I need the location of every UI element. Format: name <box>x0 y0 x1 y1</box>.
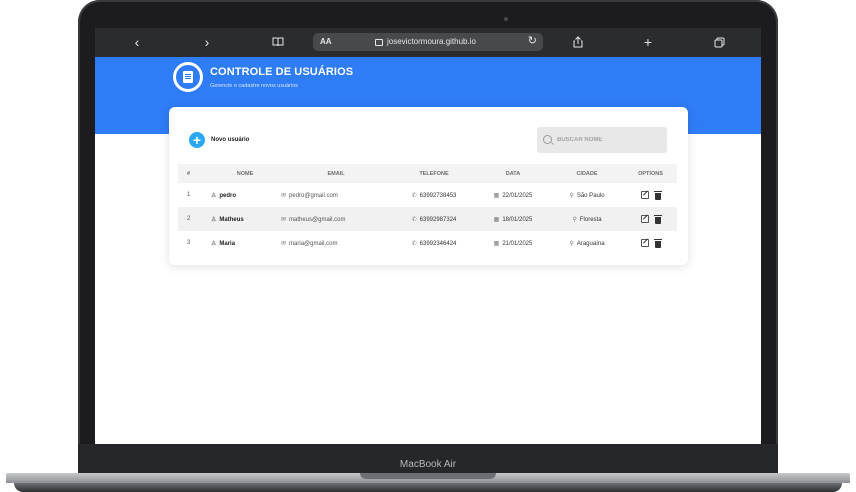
lock-icon <box>375 39 383 46</box>
tabs-icon[interactable] <box>712 33 726 51</box>
reader-aa-button[interactable]: AA <box>320 37 332 46</box>
phone-icon: ✆ <box>411 216 417 223</box>
search-icon <box>543 135 552 144</box>
mail-icon: ✉ <box>281 216 287 223</box>
user-icon: ♙ <box>211 192 217 199</box>
reload-icon[interactable]: ↻ <box>528 34 537 47</box>
laptop-base <box>0 459 856 492</box>
table-row: 1 ♙ pedro ✉ pedro@gmail.com ✆ 63992738453 ▦… <box>178 183 677 207</box>
phone-icon: ✆ <box>411 192 417 199</box>
trash-icon[interactable] <box>653 190 662 200</box>
row-email: pedro@gmail.com <box>289 192 338 199</box>
user-icon: ♙ <box>211 216 217 223</box>
column-header-options: OPTIONS <box>624 164 677 183</box>
row-city: Floresta <box>579 216 602 223</box>
plus-circle-icon: + <box>189 132 205 148</box>
location-pin-icon: ⚲ <box>569 192 574 199</box>
row-phone: 63992346424 <box>419 240 457 247</box>
users-table: # NOME EMAIL TELEFONE DATA CIDADE OPTION… <box>178 164 677 255</box>
browser-toolbar: ‹ › AA josevictormoura.github.io ↻ + <box>95 28 761 57</box>
screen: ‹ › AA josevictormoura.github.io ↻ + CON… <box>95 28 761 444</box>
calendar-icon: ▦ <box>493 192 500 199</box>
mail-icon: ✉ <box>281 240 287 247</box>
row-index: 3 <box>187 240 191 246</box>
mail-icon: ✉ <box>281 192 287 199</box>
search-box[interactable] <box>537 127 667 153</box>
page-subtitle: Gerencie e cadastre novos usuários <box>210 83 299 89</box>
phone-icon: ✆ <box>411 240 417 247</box>
trash-icon[interactable] <box>653 238 662 248</box>
book-icon[interactable] <box>271 33 285 51</box>
new-user-label: Novo usuário <box>211 137 250 143</box>
calendar-icon: ▦ <box>493 216 500 223</box>
edit-icon[interactable] <box>640 191 649 199</box>
chevron-right-icon[interactable]: › <box>201 33 213 51</box>
column-header-index: # <box>178 164 210 183</box>
column-header-email: EMAIL <box>280 164 392 183</box>
row-name: Maria <box>219 240 236 247</box>
row-name: Matheus <box>219 216 244 223</box>
row-name: pedro <box>219 192 237 199</box>
row-phone: 63992987324 <box>419 216 457 223</box>
row-index: 1 <box>187 192 191 198</box>
row-date: 18/01/2025 <box>502 216 533 223</box>
row-email: matheus@gmail.com <box>289 216 346 223</box>
chevron-left-icon[interactable]: ‹ <box>131 33 143 51</box>
table-row: 2 ♙ Matheus ✉ matheus@gmail.com ✆ 639929873… <box>178 207 677 231</box>
row-index: 2 <box>178 207 210 231</box>
page-title: CONTROLE DE USUÁRIOS <box>210 66 354 78</box>
camera <box>504 17 508 21</box>
search-input[interactable] <box>557 127 662 153</box>
table-row: 3 ♙ Maria ✉ maria@gmail.com ✆ 63992346424 ▦… <box>178 231 677 255</box>
share-icon[interactable] <box>571 33 585 51</box>
plus-icon[interactable]: + <box>641 33 655 51</box>
edit-icon[interactable] <box>640 215 649 223</box>
users-card: + Novo usuário # NOME EMAIL TELEFONE DAT… <box>169 107 688 265</box>
location-pin-icon: ⚲ <box>572 216 577 223</box>
edit-icon[interactable] <box>640 239 649 247</box>
column-header-city: CIDADE <box>550 164 624 183</box>
row-city: Araguaína <box>576 240 605 247</box>
user-icon: ♙ <box>211 240 217 247</box>
column-header-phone: TELEFONE <box>392 164 476 183</box>
new-user-button[interactable]: + Novo usuário <box>189 132 249 148</box>
table-header-row: # NOME EMAIL TELEFONE DATA CIDADE OPTION… <box>178 164 677 183</box>
column-header-name: NOME <box>210 164 280 183</box>
row-phone: 63992738453 <box>419 192 457 199</box>
users-document-icon <box>173 62 203 92</box>
address-bar[interactable]: AA josevictormoura.github.io ↻ <box>313 33 543 51</box>
column-header-date: DATA <box>476 164 550 183</box>
calendar-icon: ▦ <box>493 240 500 247</box>
row-date: 22/01/2025 <box>502 192 533 199</box>
url-text: josevictormoura.github.io <box>387 37 476 46</box>
location-pin-icon: ⚲ <box>569 240 574 247</box>
row-date: 21/01/2025 <box>502 240 533 247</box>
row-city: São Paulo <box>576 192 605 199</box>
trash-icon[interactable] <box>653 214 662 224</box>
row-email: maria@gmail.com <box>289 240 338 247</box>
